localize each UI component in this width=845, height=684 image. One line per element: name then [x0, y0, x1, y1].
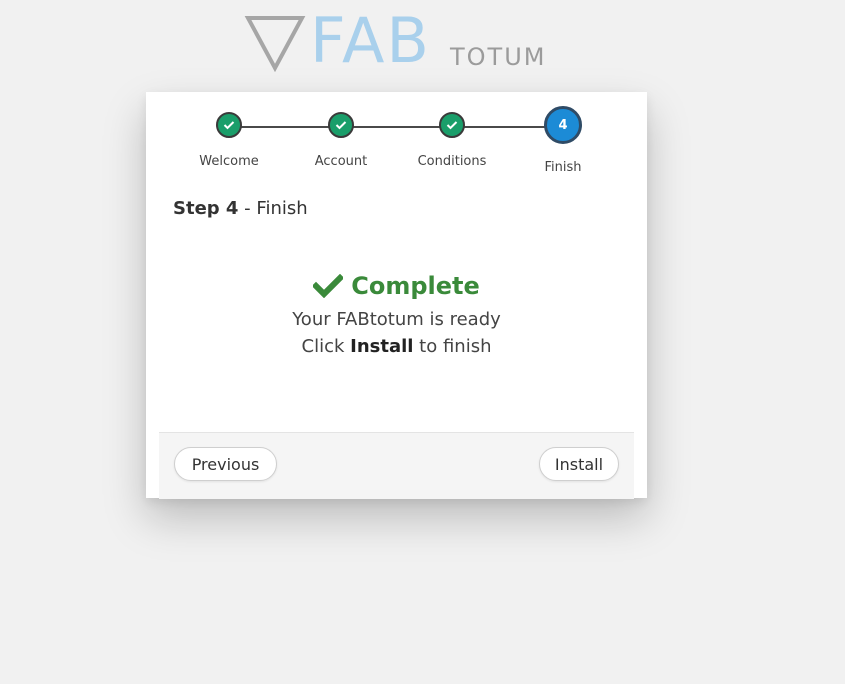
wizard-stepper: Welcome Account Conditions 4 Finish [146, 92, 647, 192]
instruction-prefix: Click [301, 336, 351, 357]
step-welcome[interactable]: Welcome [174, 106, 284, 169]
step-done-circle [328, 112, 354, 138]
instruction-text: Click Install to finish [146, 337, 647, 357]
instruction-suffix: to finish [413, 336, 492, 357]
logo-text-fab: FAB [310, 4, 431, 77]
step-label: Welcome [199, 154, 259, 169]
step-label: Conditions [417, 154, 487, 169]
check-icon [335, 121, 347, 130]
complete-message: Complete Your FABtotum is ready Click In… [146, 272, 647, 357]
instruction-bold: Install [350, 336, 414, 357]
logo-triangle-icon [244, 16, 306, 72]
check-icon [446, 121, 458, 130]
complete-title-text: Complete [351, 272, 480, 300]
step-done-circle [439, 112, 465, 138]
step-label: Account [314, 154, 368, 169]
step-separator: - [238, 198, 257, 219]
complete-title: Complete [313, 272, 480, 300]
step-done-circle [216, 112, 242, 138]
fabtotum-logo: FAB TOTUM [244, 10, 564, 74]
step-finish[interactable]: 4 Finish [508, 106, 618, 175]
step-label: Finish [544, 160, 582, 175]
step-heading: Step 4 - Finish [173, 198, 308, 219]
logo-text-totum: TOTUM [450, 43, 547, 71]
wizard-card: Welcome Account Conditions 4 Finish Step… [146, 92, 647, 499]
step-conditions[interactable]: Conditions [397, 106, 507, 169]
wizard-footer: Previous Install [159, 432, 634, 499]
previous-button[interactable]: Previous [174, 447, 277, 481]
step-number-label: Step 4 [173, 198, 239, 219]
ready-text: Your FABtotum is ready [292, 309, 501, 330]
check-icon [223, 121, 235, 130]
step-name: Finish [256, 198, 308, 219]
checkmark-icon [313, 274, 344, 298]
step-active-circle: 4 [544, 106, 582, 144]
step-account[interactable]: Account [286, 106, 396, 169]
install-button[interactable]: Install [539, 447, 619, 481]
